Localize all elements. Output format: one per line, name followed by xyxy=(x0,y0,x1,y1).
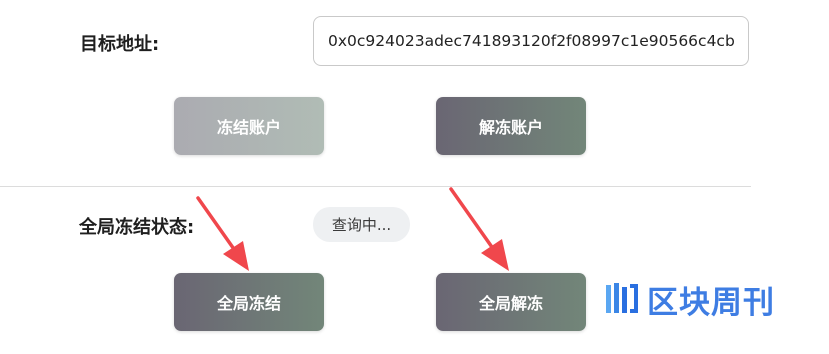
arrow-to-global-unfreeze-icon xyxy=(449,187,509,271)
target-address-input[interactable] xyxy=(313,16,749,66)
watermark-logo-icon xyxy=(606,283,638,313)
unfreeze-account-button[interactable]: 解冻账户 xyxy=(436,97,586,155)
global-freeze-status-badge: 查询中... xyxy=(313,207,410,242)
watermark-text: 区块周刊 xyxy=(647,284,775,321)
freeze-account-button[interactable]: 冻结账户 xyxy=(174,97,324,155)
target-address-label: 目标地址: xyxy=(80,34,160,55)
global-freeze-status-label: 全局冻结状态: xyxy=(79,217,195,238)
global-freeze-button[interactable]: 全局冻结 xyxy=(174,273,324,331)
global-unfreeze-button[interactable]: 全局解冻 xyxy=(436,273,586,331)
watermark: 区块周刊 xyxy=(603,279,775,321)
arrow-to-global-freeze-icon xyxy=(196,196,249,271)
section-divider xyxy=(0,186,751,187)
